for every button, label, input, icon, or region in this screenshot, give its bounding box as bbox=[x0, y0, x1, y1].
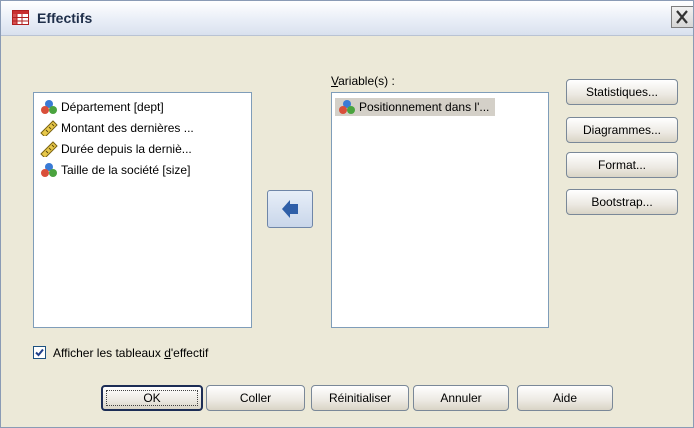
bootstrap-button[interactable]: Bootstrap... bbox=[566, 189, 678, 215]
list-item-label: Durée depuis la derniè... bbox=[61, 142, 192, 156]
diagrammes-button-label: Diagrammes... bbox=[582, 123, 662, 137]
checkmark-icon bbox=[35, 348, 44, 357]
bootstrap-button-label: Bootstrap... bbox=[591, 195, 653, 209]
coller-button[interactable]: Coller bbox=[206, 385, 305, 411]
nominal-icon bbox=[41, 163, 57, 177]
reinitialiser-button-label: Réinitialiser bbox=[328, 391, 392, 405]
coller-button-label: Coller bbox=[239, 391, 272, 405]
reinitialiser-button[interactable]: Réinitialiser bbox=[311, 385, 409, 411]
source-variable-list[interactable]: Département [dept] Montant des dernières… bbox=[33, 92, 252, 328]
variables-label: Variable(s) : bbox=[331, 74, 395, 88]
frequencies-table-icon bbox=[12, 10, 29, 25]
afficher-tableaux-label[interactable]: Afficher les tableaux d'effectif bbox=[53, 346, 208, 360]
statistiques-button[interactable]: Statistiques... bbox=[566, 79, 678, 105]
list-item[interactable]: Positionnement dans l'... bbox=[335, 98, 496, 116]
close-icon bbox=[676, 10, 688, 24]
effectifs-dialog: Effectifs Département [dept] Montant des… bbox=[0, 0, 694, 428]
aide-button-label: Aide bbox=[552, 391, 578, 405]
list-item-label: Positionnement dans l'... bbox=[359, 100, 490, 114]
nominal-icon bbox=[339, 100, 355, 114]
move-variable-button[interactable] bbox=[267, 190, 313, 228]
scale-ruler-icon bbox=[40, 141, 58, 157]
annuler-button-label: Annuler bbox=[440, 391, 482, 405]
list-item[interactable]: Département [dept] bbox=[40, 98, 164, 116]
list-item[interactable]: Montant des dernières ... bbox=[40, 119, 194, 137]
list-item-label: Montant des dernières ... bbox=[61, 121, 194, 135]
aide-button[interactable]: Aide bbox=[517, 385, 613, 411]
annuler-button[interactable]: Annuler bbox=[413, 385, 509, 411]
list-item[interactable]: Durée depuis la derniè... bbox=[40, 140, 192, 158]
statistiques-button-label: Statistiques... bbox=[585, 85, 659, 99]
checkbox-label-rest: 'effectif bbox=[170, 346, 209, 360]
scale-ruler-icon bbox=[40, 120, 58, 136]
list-item[interactable]: Taille de la société [size] bbox=[40, 161, 190, 179]
format-button-label: Format... bbox=[597, 158, 646, 172]
close-button[interactable] bbox=[671, 6, 693, 28]
dialog-title: Effectifs bbox=[37, 10, 93, 26]
diagrammes-button[interactable]: Diagrammes... bbox=[566, 117, 678, 143]
checkbox-label-text: Afficher les tableaux bbox=[53, 346, 165, 360]
afficher-tableaux-checkbox[interactable] bbox=[33, 346, 46, 359]
list-item-label: Taille de la société [size] bbox=[61, 163, 191, 177]
format-button[interactable]: Format... bbox=[566, 152, 678, 178]
list-item-label: Département [dept] bbox=[61, 100, 164, 114]
checkbox-label-mnemonic: d bbox=[164, 346, 171, 360]
variables-label-text: ariable(s) : bbox=[338, 74, 395, 88]
title-bar: Effectifs bbox=[1, 1, 693, 36]
target-variable-list[interactable]: Positionnement dans l'... bbox=[331, 92, 549, 328]
ok-button-label: OK bbox=[143, 391, 161, 405]
arrow-left-icon bbox=[282, 200, 298, 218]
ok-button[interactable]: OK bbox=[101, 385, 203, 411]
nominal-icon bbox=[41, 100, 57, 114]
